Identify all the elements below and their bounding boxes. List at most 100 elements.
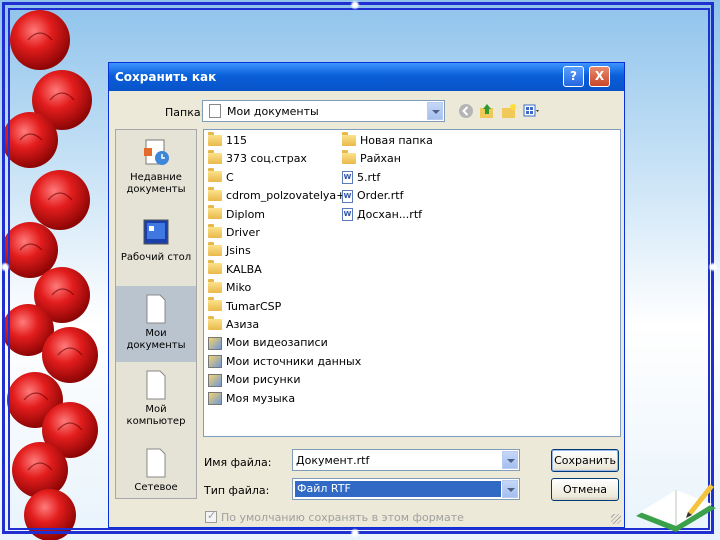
file-name: Order.rtf	[357, 189, 404, 203]
places-bar: Недавние документы Рабочий стол Мои доку…	[115, 129, 197, 499]
place-label: Рабочий стол	[120, 252, 192, 263]
sparkle-left	[0, 262, 10, 272]
my-computer-icon	[146, 370, 166, 400]
file-name: 373 соц.страх	[226, 152, 307, 166]
save-button[interactable]: Сохранить	[551, 449, 619, 472]
close-button[interactable]: X	[589, 66, 610, 87]
book-pencil-decoration	[636, 484, 716, 532]
place-label: Сетевое	[134, 482, 178, 493]
dialog-titlebar[interactable]: Сохранить как ? X	[109, 63, 624, 91]
dialog-title: Сохранить как	[115, 70, 217, 84]
file-list-item[interactable]: Мои видеозаписи	[208, 334, 328, 352]
sparkle-bottom	[350, 528, 360, 538]
view-menu-icon[interactable]	[523, 103, 539, 119]
folder-icon	[208, 241, 222, 256]
network-icon	[146, 448, 166, 478]
default-format-checkbox[interactable]	[205, 509, 217, 523]
file-list-item[interactable]: Моя музыка	[208, 390, 295, 408]
file-name: Мои видеозаписи	[226, 336, 328, 350]
filename-input[interactable]: Документ.rtf	[292, 449, 520, 471]
special-folder-icon	[208, 336, 222, 350]
file-list-item[interactable]: Diplom	[208, 205, 265, 224]
folder-icon	[342, 131, 356, 146]
file-name: TumarCSP	[226, 299, 282, 313]
cancel-button[interactable]: Отмена	[551, 478, 619, 501]
file-name: Мои источники данных	[226, 354, 362, 368]
folder-icon	[208, 149, 222, 164]
file-list-item[interactable]: Miko	[208, 278, 252, 297]
file-name: Miko	[226, 281, 252, 295]
desktop-icon	[143, 219, 169, 245]
file-name: 5.rtf	[357, 170, 381, 184]
file-list-item[interactable]: 115	[208, 131, 247, 150]
chevron-down-icon[interactable]	[502, 451, 518, 469]
file-list-item[interactable]: W Order.rtf	[342, 187, 403, 205]
filename-label: Имя файла:	[204, 456, 272, 469]
file-list-item[interactable]: W 5.rtf	[342, 169, 380, 187]
place-my-documents[interactable]: Мои документы	[116, 286, 196, 362]
my-documents-icon	[146, 294, 166, 324]
file-name: Driver	[226, 226, 260, 239]
place-desktop[interactable]: Рабочий стол	[116, 218, 196, 264]
new-folder-icon[interactable]	[501, 103, 517, 119]
special-folder-icon	[208, 392, 222, 406]
folder-icon	[208, 315, 222, 330]
rtf-document-icon: W	[342, 189, 353, 203]
chevron-down-icon[interactable]	[427, 102, 443, 120]
file-name: Моя музыка	[226, 391, 296, 405]
folder-icon	[208, 223, 222, 238]
file-list-item[interactable]: C	[208, 168, 234, 187]
place-my-computer[interactable]: Мой компьютер	[116, 370, 196, 428]
file-name: Азиза	[226, 318, 260, 331]
file-list-item[interactable]: KALBA	[208, 260, 262, 279]
file-name: Райхан	[360, 152, 401, 166]
recent-documents-icon	[144, 139, 169, 165]
file-list-item[interactable]: Driver	[208, 223, 260, 242]
place-label: Мой компьютер	[126, 404, 186, 427]
filetype-select[interactable]: Файл RTF	[292, 478, 520, 500]
file-list-item[interactable]: Райхан	[342, 149, 401, 168]
file-name: cdrom_polzovatelya+2	[226, 189, 353, 203]
resize-grip[interactable]	[611, 514, 621, 524]
file-list-item[interactable]: 373 соц.страх	[208, 149, 307, 168]
special-folder-icon	[208, 355, 222, 369]
folder-icon	[208, 278, 222, 293]
up-folder-icon[interactable]	[479, 103, 495, 119]
special-folder-icon	[208, 373, 222, 387]
file-name: Досхан...rtf	[357, 207, 423, 221]
filetype-value: Файл RTF	[295, 481, 501, 497]
lookin-value: Мои документы	[227, 105, 319, 118]
file-list[interactable]: 115 373 соц.страх Ccdrom_polzovatelya+2 Dip…	[203, 129, 621, 437]
file-list-item[interactable]: Азиза	[208, 315, 260, 334]
folder-icon	[208, 168, 222, 183]
chevron-down-icon[interactable]	[502, 480, 518, 498]
help-button[interactable]: ?	[563, 66, 584, 87]
filename-value: Документ.rtf	[296, 454, 370, 467]
lookin-combo[interactable]: Мои документы	[202, 100, 445, 122]
file-name: Мои рисунки	[226, 373, 301, 387]
file-list-item[interactable]: Новая папка	[342, 131, 433, 150]
back-icon[interactable]	[458, 103, 474, 119]
file-list-item[interactable]: W Досхан...rtf	[342, 206, 422, 224]
folder-icon	[208, 260, 222, 275]
folder-icon	[208, 186, 222, 201]
place-recent-documents[interactable]: Недавние документы	[116, 138, 196, 196]
file-list-item[interactable]: cdrom_polzovatelya+2	[208, 186, 353, 205]
file-list-item[interactable]: Мои рисунки	[208, 371, 301, 389]
filetype-label: Тип файла:	[204, 484, 270, 497]
file-list-item[interactable]: TumarCSP	[208, 297, 282, 316]
folder-icon	[342, 149, 356, 164]
file-name: C	[226, 170, 234, 184]
file-list-item[interactable]: Мои источники данных	[208, 353, 361, 371]
default-format-label: По умолчанию сохранять в этом формате	[221, 511, 464, 524]
folder-icon	[208, 205, 222, 220]
place-network[interactable]: Сетевое	[116, 448, 196, 494]
folder-icon	[208, 297, 222, 312]
document-icon	[209, 104, 221, 118]
rtf-document-icon: W	[342, 208, 353, 222]
file-name: Новая папка	[360, 134, 433, 147]
file-name: 115	[226, 134, 247, 147]
file-list-item[interactable]: Jsins	[208, 241, 251, 260]
save-as-dialog: Сохранить как ? X Папка: Мои документы Н…	[108, 62, 625, 528]
lookin-label: Папка:	[165, 106, 205, 119]
